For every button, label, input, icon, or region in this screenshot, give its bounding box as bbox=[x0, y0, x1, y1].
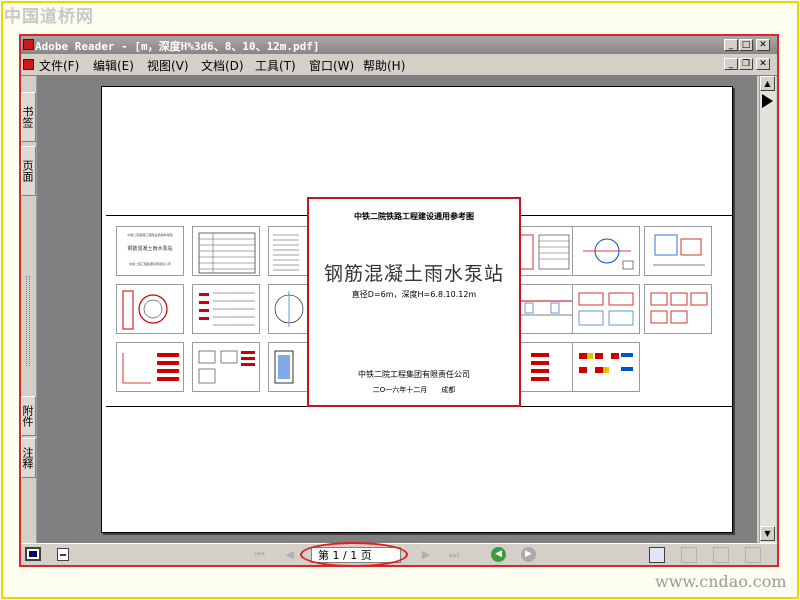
facing-icon[interactable] bbox=[745, 547, 761, 563]
drawing-thumbnail bbox=[192, 284, 260, 334]
menu-help[interactable]: 帮助(H) bbox=[363, 57, 405, 74]
navigation-tabstrip: 书签 页面 附件 注释 bbox=[21, 76, 37, 543]
scroll-up-button[interactable]: ▲ bbox=[760, 76, 775, 91]
cover-organization: 中铁二院铁路工程建设通用参考图 bbox=[354, 212, 474, 221]
go-forward-icon[interactable]: ▶ bbox=[521, 547, 536, 562]
menu-view[interactable]: 视图(V) bbox=[147, 57, 189, 74]
menu-window[interactable]: 窗口(W) bbox=[309, 57, 354, 74]
scroll-down-button[interactable]: ▼ bbox=[760, 526, 775, 541]
go-back-icon[interactable]: ◀ bbox=[491, 547, 506, 562]
title-bar: Adobe Reader - [m，深度H%3d6、8、10、12m.pdf] … bbox=[21, 36, 777, 54]
drawing-thumbnail bbox=[116, 284, 184, 334]
menu-tools[interactable]: 工具(T) bbox=[255, 57, 296, 74]
thumb-title-main: 钢筋混凝土雨水泵站 bbox=[127, 246, 173, 252]
watermark-top: 中国道桥网 bbox=[4, 7, 94, 27]
cover-sheet: 中铁二院铁路工程建设通用参考图 钢筋混凝土雨水泵站 直径D=6m，深度H=6.8… bbox=[307, 197, 521, 407]
document-icon bbox=[23, 59, 34, 70]
drawing-thumbnail bbox=[572, 284, 640, 334]
cover-date: 二O一六年十二月 成都 bbox=[372, 386, 456, 394]
drawing-thumbnail bbox=[572, 226, 640, 276]
panel-expand-arrow-icon[interactable] bbox=[762, 94, 773, 108]
menu-file[interactable]: 文件(F) bbox=[39, 57, 79, 74]
page-options-icon[interactable] bbox=[57, 548, 69, 561]
next-page-icon[interactable]: ▶ bbox=[419, 548, 433, 562]
first-page-icon[interactable]: ⏮ bbox=[253, 548, 267, 562]
panel-resize-grip[interactable] bbox=[26, 276, 30, 366]
highlight-ellipse bbox=[300, 542, 408, 565]
single-page-icon[interactable] bbox=[649, 547, 665, 563]
pdf-page: 中铁二院铁路工程建设通用参考图 钢筋混凝土雨水泵站 中铁二院工程集团有限责任公司 bbox=[101, 86, 733, 533]
cover-title: 钢筋混凝土雨水泵站 bbox=[323, 263, 504, 285]
thumb-title-company: 中铁二院工程集团有限责任公司 bbox=[128, 262, 171, 266]
drawing-thumbnail bbox=[644, 284, 712, 334]
menu-bar: 文件(F) 编辑(E) 视图(V) 文档(D) 工具(T) 窗口(W) 帮助(H… bbox=[21, 54, 777, 76]
watermark-bottom: www.cndao.com bbox=[655, 572, 787, 591]
doc-close-button[interactable]: ✕ bbox=[756, 58, 770, 70]
continuous-facing-icon[interactable] bbox=[713, 547, 729, 563]
app-icon bbox=[23, 39, 34, 50]
drawing-thumbnail bbox=[192, 226, 260, 276]
last-page-icon[interactable]: ⏭ bbox=[447, 548, 461, 562]
drawing-thumbnail bbox=[572, 342, 640, 392]
drawing-thumbnail bbox=[192, 342, 260, 392]
doc-restore-button[interactable]: ❐ bbox=[739, 58, 753, 70]
document-view[interactable]: 中铁二院铁路工程建设通用参考图 钢筋混凝土雨水泵站 中铁二院工程集团有限责任公司 bbox=[37, 76, 757, 543]
minimize-button[interactable]: _ bbox=[724, 39, 738, 51]
previous-page-icon[interactable]: ◀ bbox=[283, 548, 297, 562]
tab-attachments[interactable]: 附件 bbox=[21, 396, 36, 436]
window-view-icon[interactable] bbox=[25, 547, 41, 561]
drawing-thumbnail-title: 中铁二院铁路工程建设通用参考图 钢筋混凝土雨水泵站 中铁二院工程集团有限责任公司 bbox=[116, 226, 184, 276]
close-button[interactable]: ✕ bbox=[756, 39, 770, 51]
vertical-scrollbar[interactable]: ▲ ▼ bbox=[759, 76, 776, 543]
doc-minimize-button[interactable]: _ bbox=[724, 58, 738, 70]
tab-comments[interactable]: 注释 bbox=[21, 438, 36, 478]
cover-company: 中铁二院工程集团有限责任公司 bbox=[358, 370, 470, 379]
cover-parameters: 直径D=6m，深度H=6.8.10.12m bbox=[351, 290, 477, 299]
drawing-thumbnail bbox=[116, 342, 184, 392]
window-title: Adobe Reader - [m，深度H%3d6、8、10、12m.pdf] bbox=[35, 40, 320, 53]
tab-bookmarks[interactable]: 书签 bbox=[21, 92, 36, 142]
thumb-title-line: 中铁二院铁路工程建设通用参考图 bbox=[127, 233, 173, 237]
app-window: Adobe Reader - [m，深度H%3d6、8、10、12m.pdf] … bbox=[19, 34, 779, 567]
status-bar: ⏮ ◀ 第 1 / 1 页 ▶ ⏭ ◀ ▶ bbox=[21, 542, 777, 565]
tab-pages[interactable]: 页面 bbox=[21, 146, 36, 196]
maximize-button[interactable]: □ bbox=[739, 39, 753, 51]
menu-document[interactable]: 文档(D) bbox=[201, 57, 244, 74]
continuous-icon[interactable] bbox=[681, 547, 697, 563]
drawing-thumbnail bbox=[644, 226, 712, 276]
menu-edit[interactable]: 编辑(E) bbox=[93, 57, 134, 74]
